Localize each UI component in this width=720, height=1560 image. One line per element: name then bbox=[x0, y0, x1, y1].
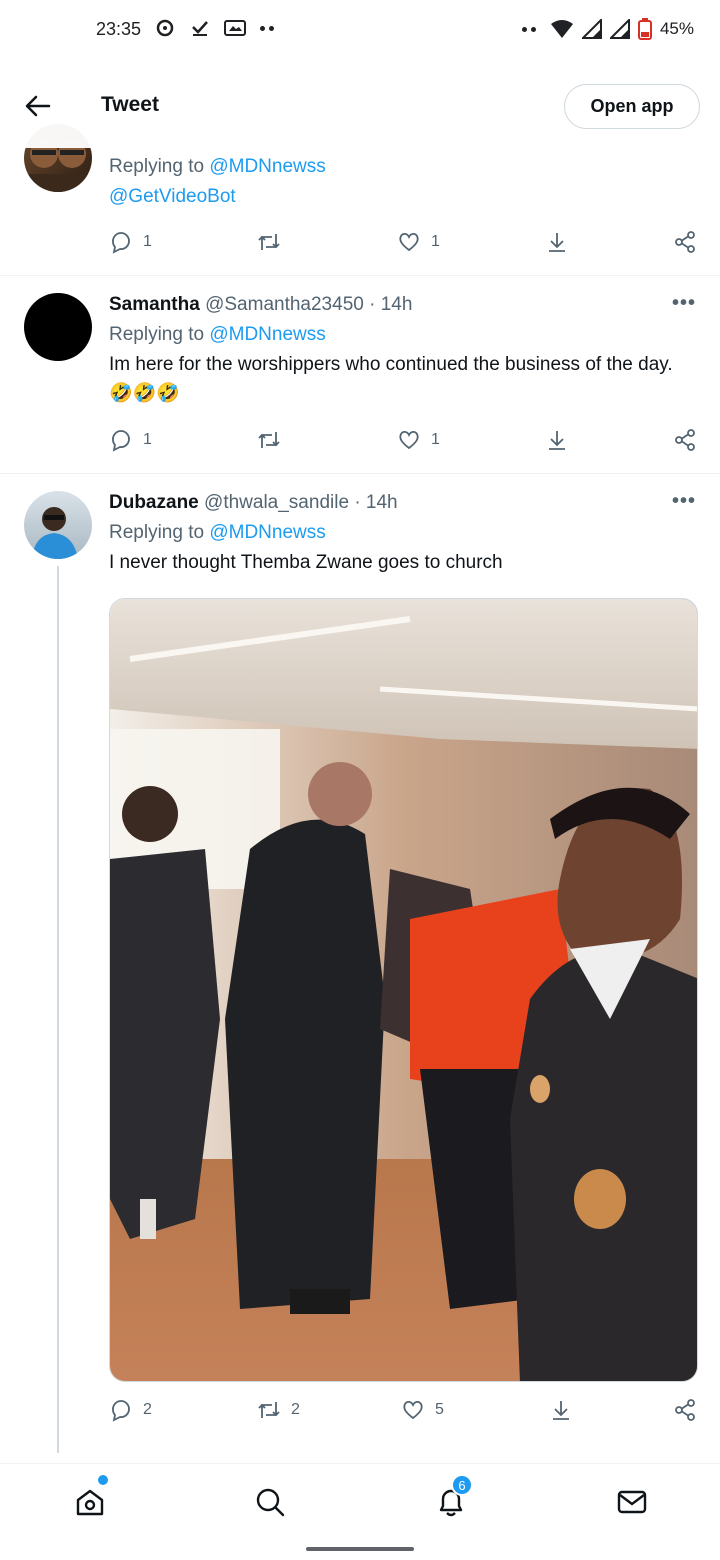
download-icon bbox=[549, 233, 565, 252]
thread-line bbox=[57, 566, 59, 1453]
more-dots-icon bbox=[521, 26, 536, 32]
back-arrow-icon bbox=[25, 95, 51, 117]
status-left-icons bbox=[156, 18, 274, 38]
like-count: 5 bbox=[435, 1401, 444, 1418]
battery-icon bbox=[637, 18, 652, 40]
heart-icon bbox=[399, 430, 419, 450]
gallery-icon bbox=[224, 20, 246, 36]
tweet-header: Samantha @Samantha23450 · 14h bbox=[109, 292, 698, 318]
nav-messages[interactable] bbox=[612, 1482, 652, 1522]
gesture-bar[interactable] bbox=[306, 1547, 414, 1551]
like-count: 1 bbox=[431, 431, 440, 448]
replying-to: Replying to @MDNnewss bbox=[109, 518, 698, 548]
retweet-button[interactable]: 2 bbox=[257, 1398, 300, 1422]
heart-icon bbox=[403, 1400, 423, 1420]
tweet-text: @GetVideoBot bbox=[109, 182, 698, 212]
home-icon bbox=[76, 1489, 104, 1516]
retweet-button[interactable] bbox=[257, 230, 291, 254]
status-right-icons: 45% bbox=[521, 18, 694, 40]
retweet-count: 2 bbox=[291, 1401, 300, 1418]
mention-link[interactable]: @MDNnewss bbox=[209, 522, 325, 543]
tweet-text: Im here for the worshippers who continue… bbox=[109, 354, 673, 404]
reply-button[interactable]: 1 bbox=[109, 428, 152, 452]
download-button[interactable] bbox=[549, 1398, 573, 1422]
share-button[interactable] bbox=[673, 428, 697, 452]
user-handle[interactable]: @thwala_sandile bbox=[204, 492, 349, 513]
notification-badge: 6 bbox=[451, 1474, 473, 1496]
display-name[interactable]: Samantha bbox=[109, 294, 200, 315]
nav-home[interactable] bbox=[70, 1482, 110, 1522]
tweet-time: 14h bbox=[380, 294, 413, 315]
share-icon bbox=[675, 1399, 695, 1421]
signal-icon bbox=[609, 19, 630, 39]
tweet-actions: 2 2 5 bbox=[109, 1398, 699, 1428]
reply-icon bbox=[112, 1400, 130, 1422]
tweet-text: I never thought Themba Zwane goes to chu… bbox=[109, 552, 503, 573]
back-button[interactable] bbox=[20, 88, 56, 124]
tweet-actions: 1 1 bbox=[109, 428, 699, 458]
check-icon bbox=[192, 21, 208, 36]
tweet-time: 14h bbox=[365, 492, 398, 513]
display-name[interactable]: Dubazane bbox=[109, 492, 199, 513]
open-app-button[interactable]: Open app bbox=[564, 84, 700, 129]
search-icon bbox=[256, 1488, 285, 1517]
download-icon bbox=[553, 1401, 569, 1420]
more-dots-icon bbox=[260, 25, 274, 31]
tweet-actions: 1 1 bbox=[109, 230, 699, 260]
mention-link[interactable]: @MDNnewss bbox=[209, 156, 325, 177]
retweet-button[interactable] bbox=[257, 428, 291, 452]
avatar[interactable] bbox=[24, 491, 92, 559]
avatar-photo-icon bbox=[32, 507, 78, 559]
download-button[interactable] bbox=[545, 230, 569, 254]
retweet-icon bbox=[258, 432, 280, 448]
chat-bubble-icon bbox=[156, 19, 174, 37]
share-icon bbox=[675, 231, 695, 253]
page-title: Tweet bbox=[101, 93, 159, 116]
bottom-navigation bbox=[0, 1463, 720, 1537]
share-icon bbox=[675, 429, 695, 451]
download-icon bbox=[549, 431, 565, 450]
reply-count: 2 bbox=[143, 1401, 152, 1418]
replying-to-prefix: Replying to bbox=[109, 156, 210, 177]
reply-count: 1 bbox=[143, 233, 152, 250]
new-content-dot bbox=[98, 1475, 108, 1485]
heart-icon bbox=[399, 232, 419, 252]
wifi-icon bbox=[550, 20, 573, 38]
reply-count: 1 bbox=[143, 431, 152, 448]
video-frame-image bbox=[110, 599, 697, 1381]
reply-button[interactable]: 2 bbox=[109, 1398, 152, 1422]
top-app-bar: Tweet Open app bbox=[0, 60, 720, 148]
signal-icon bbox=[581, 19, 602, 39]
download-button[interactable] bbox=[545, 428, 569, 452]
retweet-icon bbox=[258, 234, 280, 250]
separator-dot: · bbox=[354, 492, 361, 513]
nav-search[interactable] bbox=[250, 1482, 290, 1522]
separator-dot: · bbox=[369, 294, 376, 315]
battery-percent: 45% bbox=[659, 19, 694, 38]
status-bar: 23:35 45% bbox=[0, 0, 720, 60]
like-button[interactable]: 5 bbox=[401, 1398, 444, 1422]
user-handle[interactable]: @Samantha23450 bbox=[205, 294, 364, 315]
like-button[interactable]: 1 bbox=[397, 428, 440, 452]
status-time: 23:35 bbox=[96, 19, 142, 39]
like-count: 1 bbox=[431, 233, 440, 250]
avatar[interactable] bbox=[24, 293, 92, 361]
tweet-header: Dubazane @thwala_sandile · 14h bbox=[109, 490, 698, 516]
share-button[interactable] bbox=[673, 230, 697, 254]
replying-to-prefix: Replying to bbox=[109, 324, 210, 345]
tweet-media-video[interactable] bbox=[109, 598, 698, 1382]
reply-icon bbox=[112, 430, 130, 452]
replying-to: Replying to @MDNnewss bbox=[109, 152, 698, 182]
mention-link[interactable]: @MDNnewss bbox=[209, 324, 325, 345]
replying-to: Replying to @MDNnewss bbox=[109, 320, 698, 350]
reply-icon bbox=[112, 232, 130, 254]
replying-to-prefix: Replying to bbox=[109, 522, 210, 543]
tweet-1[interactable]: ••• Samantha @Samantha23450 · 14h Replyi… bbox=[0, 276, 720, 474]
retweet-icon bbox=[258, 1402, 280, 1418]
mention-link[interactable]: @GetVideoBot bbox=[109, 186, 236, 207]
share-button[interactable] bbox=[673, 1398, 697, 1422]
like-button[interactable]: 1 bbox=[397, 230, 440, 254]
reply-button[interactable]: 1 bbox=[109, 230, 152, 254]
messages-icon bbox=[617, 1490, 647, 1514]
